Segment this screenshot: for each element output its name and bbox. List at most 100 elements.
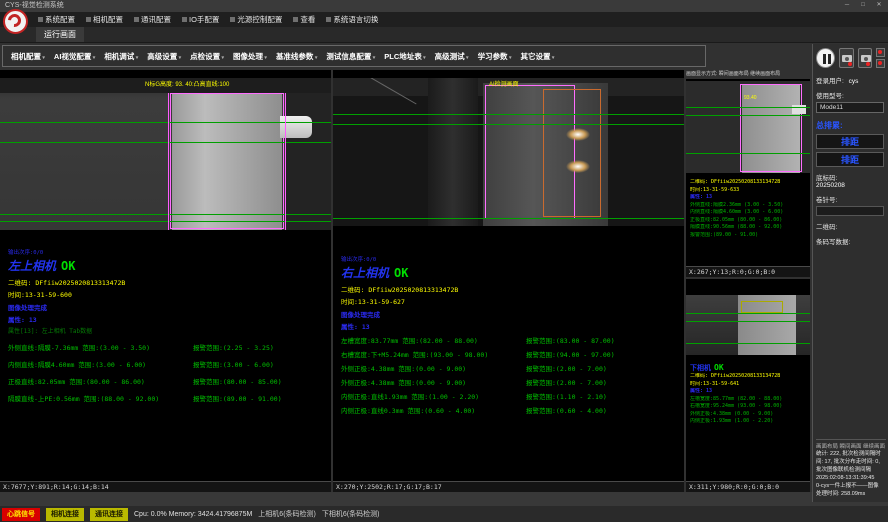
yellow-roi-box xyxy=(741,301,783,313)
menu-item-system-config[interactable]: 系统配置 xyxy=(38,14,75,25)
measure-line: 隔膜直线:90.56mm (88.00 - 92.00) xyxy=(690,224,783,232)
toolbar-item-plc-address[interactable]: PLC地址表 xyxy=(384,51,425,62)
login-row: 登录用户: cys xyxy=(816,75,885,85)
measure-line: 外侧直线:隔膜2.36mm (3.00 - 3.50) xyxy=(690,202,783,210)
machine-column xyxy=(428,78,478,226)
heartbeat-indicator: 心跳信号 xyxy=(2,508,40,521)
small-bottom-coordinate-bar: X:311;Y:980;R:0;G:0;B:0 xyxy=(686,481,810,492)
stats-line: 批次图像联机检测间隔 xyxy=(816,466,886,474)
alarm-range: 报警范围:(2.25 - 3.25) xyxy=(193,342,274,352)
green-measure-line xyxy=(686,115,810,116)
green-measure-line xyxy=(333,218,684,219)
tab-run-screen[interactable]: 运行画面 xyxy=(36,27,84,42)
measure-value: 外侧正极:4.38mm 范围:(0.00 - 9.00) xyxy=(341,363,526,373)
toolbar-item-camera-config[interactable]: 相机配置 xyxy=(11,51,45,62)
toolbar-item-spot-check[interactable]: 点检设置 xyxy=(190,51,224,62)
measurement-row: 正极直线:82.05mm 范围:(80.00 - 86.00) 报警范围:(80… xyxy=(8,376,282,386)
camera-name: 左上相机 xyxy=(8,259,56,273)
barcode-text: 二维码: DFfiiw2025020813313472B xyxy=(690,373,782,381)
attribute-text: 属性: 13 xyxy=(690,194,783,202)
menu-bar: 系统配置 相机配置 通讯配置 IO手配置 光源控制配置 查看 系统语言切换 xyxy=(0,12,888,27)
status-dot xyxy=(848,62,852,66)
toolbar-item-ai-vision-config[interactable]: AI视觉配置 xyxy=(54,51,95,62)
green-measure-line xyxy=(686,343,810,344)
left-coordinate-bar: X:7677;Y:891;R:14;G:14;B:14 xyxy=(0,481,331,492)
camera-title: 右上相机OK xyxy=(341,264,615,281)
app-logo xyxy=(3,9,28,34)
toolbar-item-camera-debug[interactable]: 相机调试 xyxy=(104,51,138,62)
result-ok-badge: OK xyxy=(714,363,724,372)
indicator-button-2[interactable] xyxy=(876,59,885,68)
measure-value: 右槽宽度:下+M5.24mm 范围:(93.00 - 98.00) xyxy=(341,349,526,359)
measure-line: 内侧正极:1.93mm (1.00 - 2.20) xyxy=(690,418,782,426)
mid-coordinate-bar: X:270;Y:2502;R:17;G:17;B:17 xyxy=(333,481,684,492)
green-measure-line xyxy=(333,124,684,125)
toolbar-item-baseline-params[interactable]: 基准线参数 xyxy=(276,51,317,62)
barcode-text: 二维码: DFfiiw2025020813313472B xyxy=(690,179,783,187)
toolbar-item-test-info-config[interactable]: 测试信息配置 xyxy=(326,51,375,62)
image-right-band xyxy=(286,93,331,230)
needle-number-label: 卷针号: xyxy=(816,197,837,204)
measure-line: 右槽宽度:95.24mm (93.00 - 98.00) xyxy=(690,403,782,411)
stats-line: 2025:02:08-13:31:39:45 xyxy=(816,474,886,482)
green-measure-line xyxy=(333,114,684,115)
model-row: 使用型号: xyxy=(816,90,885,100)
measurement-row: 内侧直线:隔膜4.60mm 范围:(3.00 - 6.00) 报警范围:(3.0… xyxy=(8,359,282,369)
stats-block: 画面布局 瞬间画面 继续画面 统计: 222, 批次检测间隔时 间: 17, 批… xyxy=(816,439,886,498)
window-controls: ─ □ ✕ xyxy=(840,0,886,12)
bottom-strip xyxy=(0,492,888,506)
stats-line: 统计: 222, 批次检测间隔时 xyxy=(816,450,886,458)
small-top-camera-image[interactable]: 93.40 xyxy=(686,81,810,173)
menu-item-language-switch[interactable]: 系统语言切换 xyxy=(326,14,378,25)
batch-code-value: 20250208 xyxy=(816,182,885,189)
time-text: 时间:13-31-59-633 xyxy=(690,187,783,195)
mid-overlay-label: AI检测画面 xyxy=(489,79,519,88)
camera-view-left-top: N标G高度: 93. 40:凸高直线:100 输出次序:0/0 左上相机OK 二… xyxy=(0,70,331,492)
green-measure-line xyxy=(0,214,331,215)
tab-row: 运行画面 xyxy=(0,27,888,43)
alarm-range: 报警范围:(2.00 - 7.00) xyxy=(526,377,607,387)
menu-item-comm-config[interactable]: 通讯配置 xyxy=(134,14,171,25)
app-window: CYS-视觉检测系统 ─ □ ✕ 系统配置 相机配置 通讯配置 IO手配置 光源… xyxy=(0,0,888,522)
green-measure-line xyxy=(686,153,810,154)
alarm-range: 报警范围:(94.00 - 97.00) xyxy=(526,349,615,359)
magenta-guide-line xyxy=(285,93,286,230)
camera-toggle-button-2[interactable] xyxy=(858,48,872,68)
toolbar-item-image-processing[interactable]: 图像处理 xyxy=(233,51,267,62)
menu-item-view[interactable]: 查看 xyxy=(293,14,315,25)
toolbar-item-other-settings[interactable]: 其它设置 xyxy=(520,51,554,62)
alarm-range: 报警范围:(3.00 - 6.00) xyxy=(193,359,274,369)
stats-header: 画面布局 瞬间画面 继续画面 xyxy=(816,442,886,450)
alarm-range: 报警范围:(83.00 - 87.00) xyxy=(526,335,615,345)
toolbar-item-advanced-settings[interactable]: 高级设置 xyxy=(147,51,181,62)
green-measure-line xyxy=(686,107,810,108)
alarm-range: 报警范围:(1.10 - 2.10) xyxy=(526,391,607,401)
menu-item-camera-config[interactable]: 相机配置 xyxy=(86,14,123,25)
menu-item-light-config[interactable]: 光源控制配置 xyxy=(230,14,282,25)
small-top-result-text: 二维码: DFfiiw2025020813313472B 时间:13-31-59… xyxy=(690,179,783,239)
model-select[interactable]: Mode11 xyxy=(816,102,884,113)
measure-value: 隔膜直线-上PE:0.56mm 范围:(88.00 - 92.00) xyxy=(8,393,193,403)
measure-value: 外侧正极:4.38mm 范围:(0.00 - 9.00) xyxy=(341,377,526,387)
camera-icon xyxy=(861,55,871,62)
toolbar-item-learning-params[interactable]: 学习参数 xyxy=(478,51,512,62)
minimize-button[interactable]: ─ xyxy=(840,0,854,11)
trigger-order-text: 输出次序:0/0 xyxy=(8,248,282,256)
camera-name: 下相机 xyxy=(690,364,711,372)
small-bottom-camera-image[interactable] xyxy=(686,295,810,355)
close-button[interactable]: ✕ xyxy=(872,0,886,11)
left-camera-image[interactable]: N标G高度: 93. 40:凸高直线:100 xyxy=(0,78,331,230)
pause-button[interactable] xyxy=(816,48,835,68)
mid-camera-image[interactable]: AI检测画面 xyxy=(333,78,684,226)
orange-roi-box xyxy=(543,89,601,217)
counter-box-2: 排距 xyxy=(816,152,884,167)
alarm-range: 报警范围:(80.00 - 85.00) xyxy=(193,376,282,386)
maximize-button[interactable]: □ xyxy=(856,0,870,11)
camera-toggle-button-1[interactable] xyxy=(839,48,853,68)
indicator-button-1[interactable] xyxy=(876,48,885,57)
menu-item-io-config[interactable]: IO手配置 xyxy=(182,14,219,25)
toolbar-item-advanced-test[interactable]: 高级测试 xyxy=(435,51,469,62)
needle-number-input[interactable] xyxy=(816,206,884,216)
counter-box-1: 排距 xyxy=(816,134,884,149)
measure-line: 内侧直线:隔膜4.60mm (3.00 - 6.00) xyxy=(690,209,783,217)
